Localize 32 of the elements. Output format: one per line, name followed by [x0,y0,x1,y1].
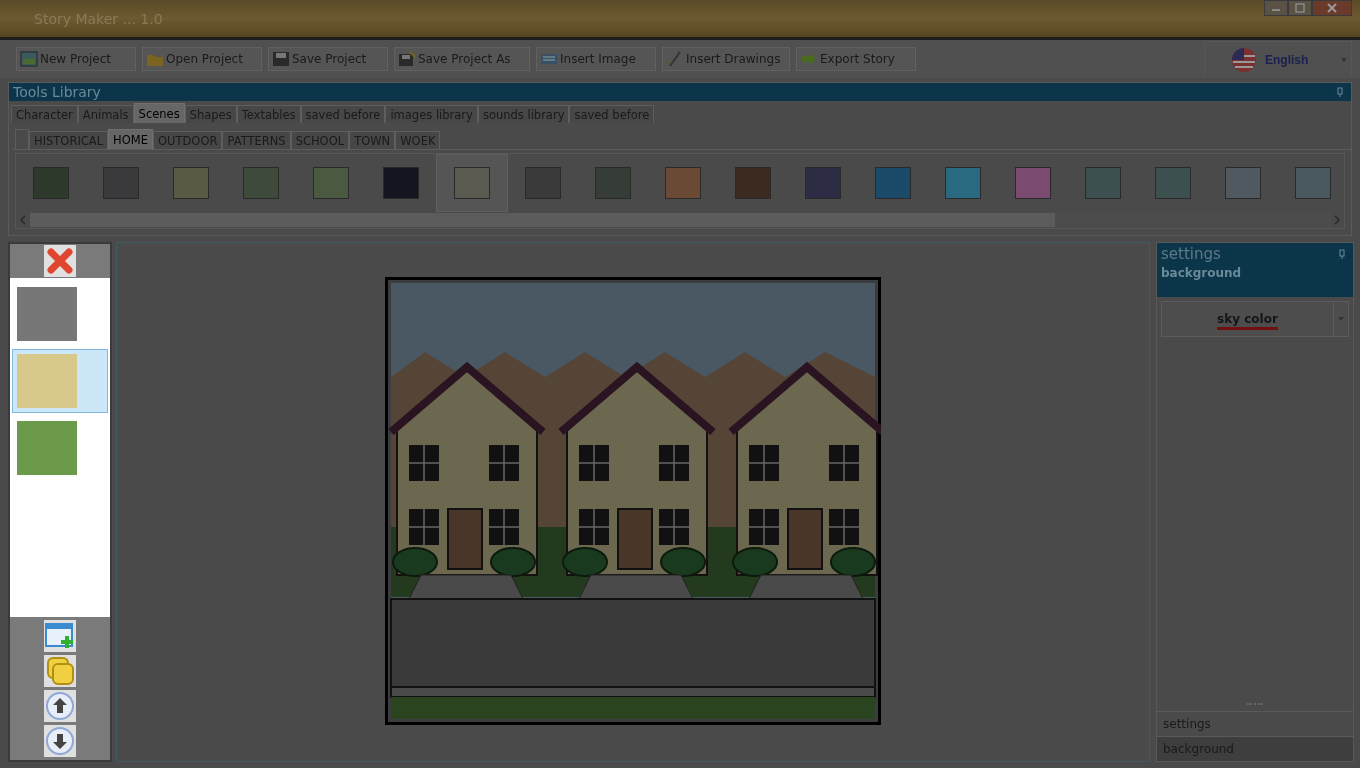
toolbar-button[interactable]: Open Project [142,47,262,71]
pencil-icon [666,51,684,67]
toolbar-button[interactable]: Export Story [796,47,916,71]
pin-icon[interactable] [1339,249,1345,259]
delete-button[interactable] [44,245,76,277]
move-up-button[interactable] [44,690,76,722]
toolbar-button[interactable]: New Project [16,47,136,71]
restore-button[interactable] [1288,0,1312,16]
panel-subtitle: background [1161,266,1243,280]
pin-icon[interactable] [1337,87,1343,97]
close-icon [1327,3,1337,13]
image-list-icon [540,51,558,67]
scene-tab[interactable]: HOME [108,129,153,149]
close-button[interactable] [1312,0,1352,16]
slide-thumbnail[interactable] [12,349,108,413]
minimize-button[interactable] [1264,0,1288,16]
toolbar-button[interactable]: Save Project [268,47,388,71]
toolbar-button[interactable]: Save Project As [394,47,530,71]
flag-icon [1231,46,1257,73]
panel-title: Tools Library [13,84,101,100]
panel-title: settings [1161,245,1221,263]
move-down-button[interactable] [44,725,76,757]
toolbar-button[interactable]: Insert Image [536,47,656,71]
category-tab[interactable]: Scenes [133,103,185,123]
sky-color-dropdown[interactable]: sky color [1161,301,1349,337]
scene-thumbnail[interactable] [436,154,508,212]
picture-icon [20,51,38,67]
caret-icon [1341,57,1347,62]
add-slide-button[interactable] [44,620,76,652]
arrow-icon [800,51,818,67]
toolbar-button[interactable]: Insert Drawings [662,47,790,71]
restore-icon [1295,3,1305,13]
